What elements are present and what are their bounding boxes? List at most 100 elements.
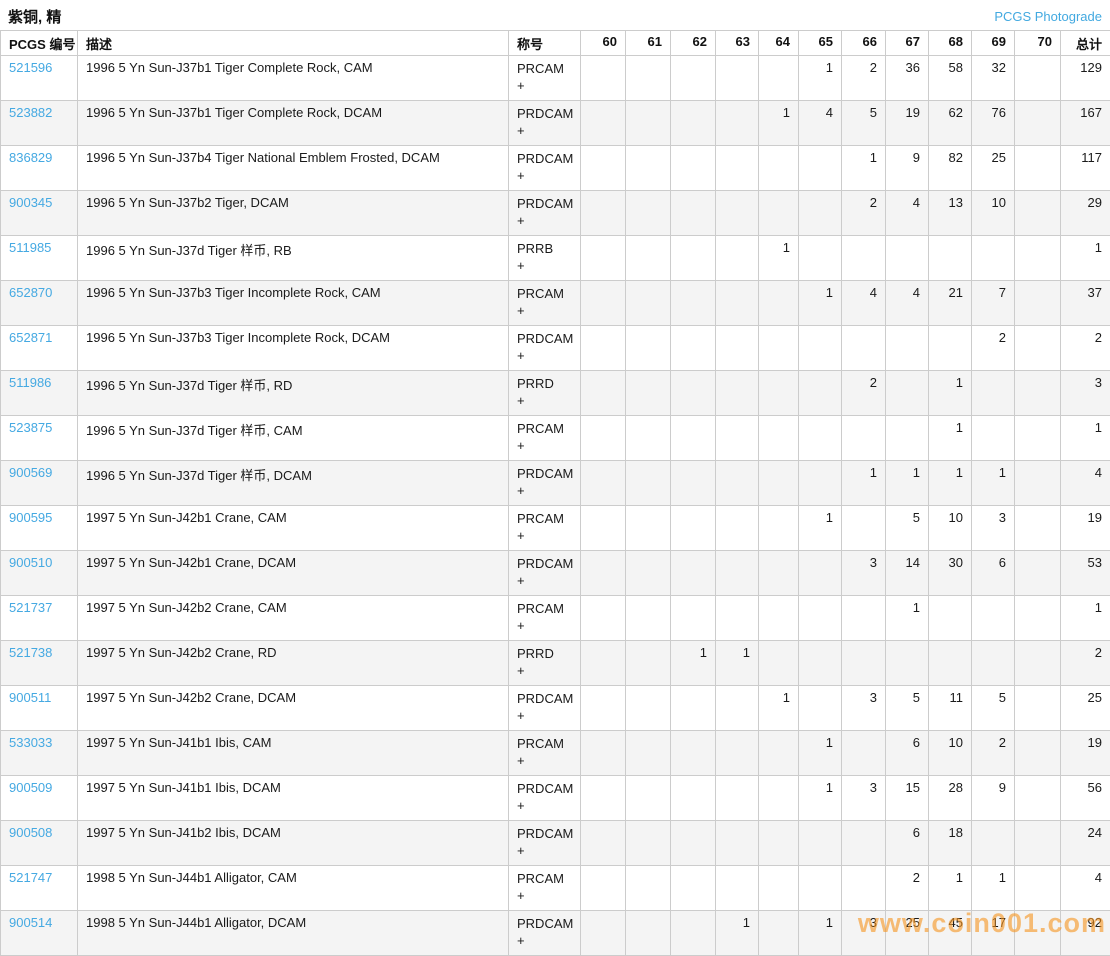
grade-67-count: 4 bbox=[886, 191, 929, 236]
grade-68-count: 82 bbox=[929, 146, 972, 191]
grade-62-count bbox=[671, 506, 716, 551]
grade-68-count: 10 bbox=[929, 731, 972, 776]
pcgs-number-link[interactable]: 900595 bbox=[9, 510, 52, 525]
pcgs-number-link[interactable]: 511986 bbox=[9, 375, 51, 390]
pcgs-number-link[interactable]: 521596 bbox=[9, 60, 52, 75]
pcgs-number-link[interactable]: 652870 bbox=[9, 285, 52, 300]
grade-62-count: 1 bbox=[671, 641, 716, 686]
col-header-grade-67: 67 bbox=[886, 31, 929, 56]
total-count: 29 bbox=[1061, 191, 1110, 236]
grade-61-count bbox=[626, 551, 671, 596]
grade-65-count bbox=[799, 641, 842, 686]
grade-63-count bbox=[716, 731, 759, 776]
pcgs-number-link[interactable]: 900569 bbox=[9, 465, 52, 480]
total-count: 24 bbox=[1061, 821, 1110, 866]
grade-69-count: 76 bbox=[972, 101, 1015, 146]
pcgs-number-link[interactable]: 523875 bbox=[9, 420, 52, 435]
coin-description: 1997 5 Yn Sun-J41b2 Ibis, DCAM bbox=[78, 821, 509, 866]
coin-description: 1996 5 Yn Sun-J37d Tiger 样币, RD bbox=[78, 371, 509, 416]
grade-63-count bbox=[716, 236, 759, 281]
grade-61-count bbox=[626, 236, 671, 281]
grade-63-count bbox=[716, 416, 759, 461]
col-header-pcgs-number: PCGS 编号 bbox=[1, 31, 78, 56]
grade-61-count bbox=[626, 371, 671, 416]
grade-65-count bbox=[799, 236, 842, 281]
grade-62-count bbox=[671, 56, 716, 101]
grade-69-count: 25 bbox=[972, 146, 1015, 191]
col-header-description: 描述 bbox=[78, 31, 509, 56]
grade-67-count: 36 bbox=[886, 56, 929, 101]
col-header-total: 总计 bbox=[1061, 31, 1110, 56]
grade-68-count: 28 bbox=[929, 776, 972, 821]
grade-69-count: 1 bbox=[972, 461, 1015, 506]
grade-66-count bbox=[842, 641, 886, 686]
designation: PRDCAM+ bbox=[509, 911, 581, 956]
pcgs-number-link[interactable]: 511985 bbox=[9, 240, 51, 255]
table-row: 5217381997 5 Yn Sun-J42b2 Crane, RDPRRD+… bbox=[1, 641, 1110, 686]
grade-61-count bbox=[626, 821, 671, 866]
total-count: 1 bbox=[1061, 416, 1110, 461]
grade-70-count bbox=[1015, 776, 1061, 821]
grade-62-count bbox=[671, 686, 716, 731]
pcgs-number-link[interactable]: 521737 bbox=[9, 600, 52, 615]
grade-67-count bbox=[886, 236, 929, 281]
grade-69-count: 6 bbox=[972, 551, 1015, 596]
col-header-grade-64: 64 bbox=[759, 31, 799, 56]
table-row: 5217371997 5 Yn Sun-J42b2 Crane, CAMPRCA… bbox=[1, 596, 1110, 641]
pcgs-number-link[interactable]: 900510 bbox=[9, 555, 52, 570]
grade-65-count bbox=[799, 461, 842, 506]
grade-64-count bbox=[759, 146, 799, 191]
grade-61-count bbox=[626, 776, 671, 821]
table-row: 9005691996 5 Yn Sun-J37d Tiger 样币, DCAMP… bbox=[1, 461, 1110, 506]
grade-68-count bbox=[929, 326, 972, 371]
pcgs-number-link[interactable]: 533033 bbox=[9, 735, 52, 750]
table-row: 5238751996 5 Yn Sun-J37d Tiger 样币, CAMPR… bbox=[1, 416, 1110, 461]
total-count: 117 bbox=[1061, 146, 1110, 191]
grade-63-count bbox=[716, 506, 759, 551]
pcgs-number-link[interactable]: 900508 bbox=[9, 825, 52, 840]
coin-description: 1996 5 Yn Sun-J37b2 Tiger, DCAM bbox=[78, 191, 509, 236]
grade-68-count: 1 bbox=[929, 866, 972, 911]
grade-64-count: 1 bbox=[759, 236, 799, 281]
total-count: 3 bbox=[1061, 371, 1110, 416]
grade-66-count: 3 bbox=[842, 911, 886, 956]
grade-70-count bbox=[1015, 551, 1061, 596]
grade-67-count: 2 bbox=[886, 866, 929, 911]
grade-69-count bbox=[972, 371, 1015, 416]
designation: PRDCAM+ bbox=[509, 461, 581, 506]
pcgs-number-link[interactable]: 521738 bbox=[9, 645, 52, 660]
table-row: 5238821996 5 Yn Sun-J37b1 Tiger Complete… bbox=[1, 101, 1110, 146]
grade-63-count bbox=[716, 281, 759, 326]
grade-61-count bbox=[626, 506, 671, 551]
grade-62-count bbox=[671, 281, 716, 326]
grade-66-count bbox=[842, 866, 886, 911]
pcgs-number-link[interactable]: 521747 bbox=[9, 870, 52, 885]
total-count: 4 bbox=[1061, 866, 1110, 911]
pcgs-number-link[interactable]: 900345 bbox=[9, 195, 52, 210]
pcgs-number-link[interactable]: 900511 bbox=[9, 690, 51, 705]
pcgs-number-link[interactable]: 900509 bbox=[9, 780, 52, 795]
grade-70-count bbox=[1015, 821, 1061, 866]
pcgs-number-link[interactable]: 523882 bbox=[9, 105, 52, 120]
pcgs-number-link[interactable]: 652871 bbox=[9, 330, 52, 345]
total-count: 1 bbox=[1061, 596, 1110, 641]
grade-69-count: 17 bbox=[972, 911, 1015, 956]
pcgs-photograde-link[interactable]: PCGS Photograde bbox=[994, 9, 1102, 24]
pcgs-number-link[interactable]: 836829 bbox=[9, 150, 52, 165]
grade-60-count bbox=[581, 596, 626, 641]
coin-description: 1998 5 Yn Sun-J44b1 Alligator, CAM bbox=[78, 866, 509, 911]
grade-62-count bbox=[671, 191, 716, 236]
table-row: 5330331997 5 Yn Sun-J41b1 Ibis, CAMPRCAM… bbox=[1, 731, 1110, 776]
grade-61-count bbox=[626, 101, 671, 146]
grade-64-count bbox=[759, 371, 799, 416]
grade-60-count bbox=[581, 911, 626, 956]
table-header: PCGS 编号 描述 称号 60 61 62 63 64 65 66 67 68… bbox=[1, 31, 1110, 56]
coin-description: 1997 5 Yn Sun-J41b1 Ibis, CAM bbox=[78, 731, 509, 776]
grade-60-count bbox=[581, 371, 626, 416]
grade-70-count bbox=[1015, 731, 1061, 776]
grade-68-count: 1 bbox=[929, 416, 972, 461]
coin-description: 1998 5 Yn Sun-J44b1 Alligator, DCAM bbox=[78, 911, 509, 956]
grade-67-count: 1 bbox=[886, 461, 929, 506]
pcgs-number-link[interactable]: 900514 bbox=[9, 915, 52, 930]
grade-60-count bbox=[581, 101, 626, 146]
